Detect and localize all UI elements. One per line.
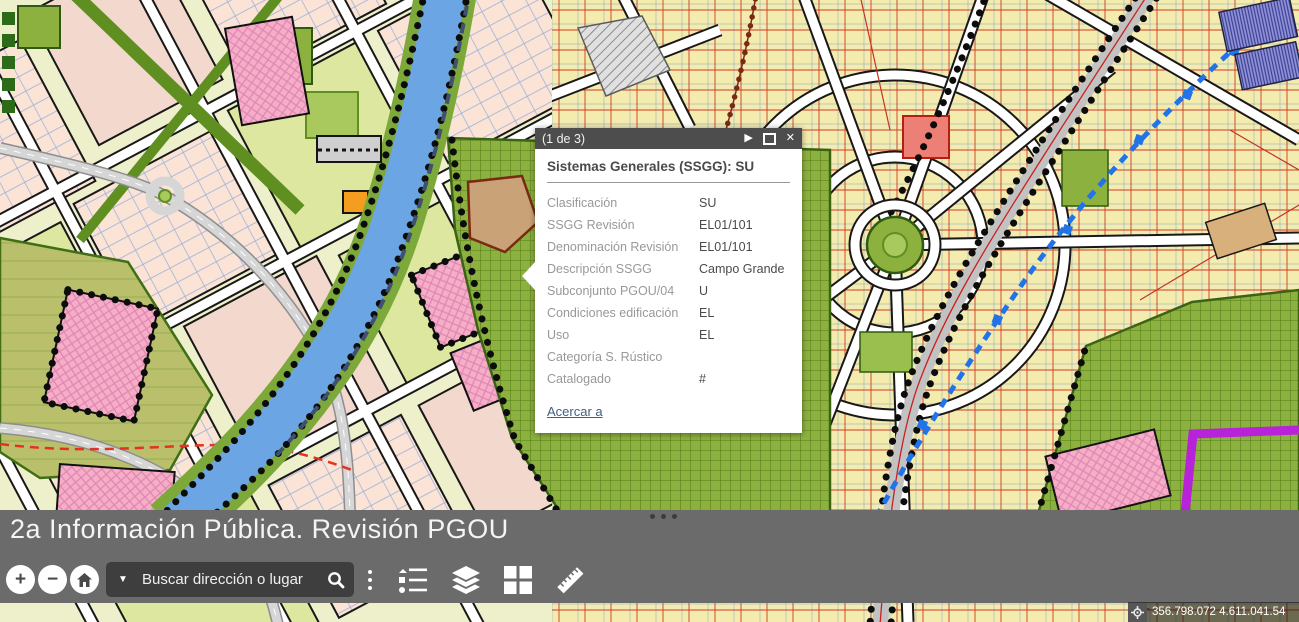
popup-header[interactable]: (1 de 3) ▶ ✕ — [535, 128, 802, 149]
ruler-icon — [554, 565, 586, 595]
attribute-value: EL01/101 — [699, 240, 753, 254]
attribute-row: Catalogado # — [547, 368, 790, 390]
attribute-row: Condiciones edificación EL — [547, 302, 790, 324]
layers-button[interactable] — [450, 566, 482, 594]
search-input[interactable] — [140, 570, 318, 589]
popup-maximize-icon[interactable] — [763, 133, 776, 145]
layers-icon — [450, 566, 482, 594]
attribute-value: U — [699, 284, 708, 298]
attribute-label: Descripción SSGG — [547, 262, 699, 276]
attribute-row: Denominación Revisión EL01/101 — [547, 236, 790, 258]
attribute-label: Catalogado — [547, 372, 699, 386]
chevron-down-icon: ▼ — [118, 574, 128, 585]
popup-next-icon[interactable]: ▶ — [744, 133, 752, 144]
minus-icon: − — [47, 569, 58, 591]
attribute-row: Uso EL — [547, 324, 790, 346]
coordinate-widget: 356.798.072 4.611.041.54 — [1128, 602, 1299, 622]
map-circular-plaza — [855, 205, 935, 285]
basemap-gallery-button[interactable] — [504, 566, 532, 594]
zoom-in-button[interactable]: + — [6, 565, 35, 594]
attribute-value: SU — [699, 196, 716, 210]
attribute-row: Subconjunto PGOU/04 U — [547, 280, 790, 302]
attribute-row: SSGG Revisión EL01/101 — [547, 214, 790, 236]
attribute-table-handle[interactable] — [650, 514, 677, 519]
search-button[interactable] — [318, 571, 354, 589]
popup-callout-arrow — [522, 262, 535, 290]
search-source-dropdown[interactable]: ▼ — [106, 574, 140, 585]
basemap-grid-icon — [504, 566, 532, 594]
measurement-button[interactable] — [554, 565, 586, 595]
attribute-row: Categoría S. Rústico — [547, 346, 790, 368]
attribute-label: Categoría S. Rústico — [547, 350, 699, 364]
popup-pager: (1 de 3) — [542, 132, 585, 146]
identify-popup: (1 de 3) ▶ ✕ Sistemas Generales (SSGG): … — [535, 128, 802, 433]
plus-icon: + — [15, 569, 26, 591]
attribute-value: Campo Grande — [699, 262, 784, 276]
more-vertical-icon — [368, 570, 372, 574]
attribute-row: Clasificación SU — [547, 192, 790, 214]
zoom-to-link[interactable]: Acercar a — [547, 404, 603, 419]
coordinate-locate-button[interactable] — [1128, 603, 1147, 622]
attribute-value: EL01/101 — [699, 218, 753, 232]
attribute-label: Uso — [547, 328, 699, 342]
popup-body: Sistemas Generales (SSGG): SU Clasificac… — [535, 149, 802, 433]
attribute-label: Clasificación — [547, 196, 699, 210]
legend-button[interactable] — [398, 566, 428, 594]
popup-divider — [547, 182, 790, 183]
attribute-value: EL — [699, 328, 714, 342]
zoom-out-button[interactable]: − — [38, 565, 67, 594]
app-viewport: (1 de 3) ▶ ✕ Sistemas Generales (SSGG): … — [0, 0, 1299, 622]
footer-bar: 2a Información Pública. Revisión PGOU + … — [0, 510, 1299, 603]
attribute-value: # — [699, 372, 706, 386]
map-toolbar: + − ▼ — [6, 562, 586, 597]
popup-close-icon[interactable]: ✕ — [786, 133, 795, 144]
search-box: ▼ — [106, 562, 354, 597]
home-button[interactable] — [70, 565, 99, 594]
legend-icon — [398, 566, 428, 594]
crosshair-icon — [1131, 606, 1144, 619]
coordinate-readout: 356.798.072 4.611.041.54 — [1152, 606, 1285, 618]
home-icon — [77, 573, 92, 587]
more-tools-button[interactable] — [364, 566, 376, 594]
attribute-label: SSGG Revisión — [547, 218, 699, 232]
attribute-label: Condiciones edificación — [547, 306, 699, 320]
attribute-label: Subconjunto PGOU/04 — [547, 284, 699, 298]
attribute-value: EL — [699, 306, 714, 320]
search-icon — [327, 571, 345, 589]
app-title: 2a Información Pública. Revisión PGOU — [10, 514, 509, 545]
attribute-row: Descripción SSGG Campo Grande — [547, 258, 790, 280]
attribute-label: Denominación Revisión — [547, 240, 699, 254]
popup-title: Sistemas Generales (SSGG): SU — [547, 159, 790, 174]
